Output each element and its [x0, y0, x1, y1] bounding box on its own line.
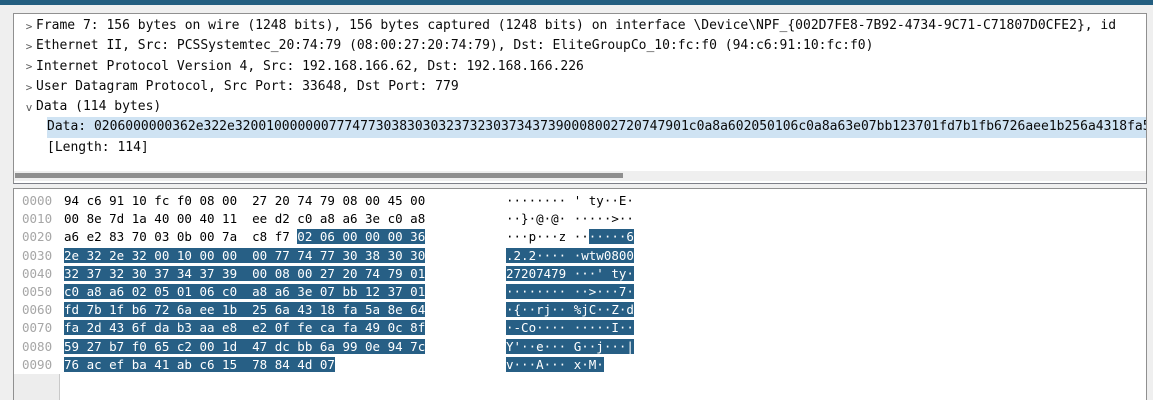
detail-row-label: Data (114 bytes) [36, 97, 1146, 117]
hex-row[interactable]: 0030 2e 32 2e 32 00 10 00 00 00 77 74 77 … [14, 247, 1146, 265]
detail-row-label: Ethernet II, Src: PCSSystemtec_20:74:79 … [36, 36, 1146, 56]
chevron-collapsed-icon[interactable]: > [22, 60, 36, 73]
hex-row-offset: 0030 [22, 247, 52, 265]
hex-bytes-selected: 02 06 00 00 00 36 [297, 229, 425, 244]
hex-row-bytes[interactable]: 94 c6 91 10 fc f0 08 00 27 20 74 79 08 0… [64, 192, 425, 210]
hex-row-offset: 0060 [22, 301, 52, 319]
detail-row-label: Internet Protocol Version 4, Src: 192.16… [36, 57, 1146, 77]
hex-row-ascii[interactable]: ··}·@·@· ·····>·· [506, 210, 634, 228]
hex-rows: 0000 94 c6 91 10 fc f0 08 00 27 20 74 79 … [14, 192, 1146, 400]
hex-bytes-plain: 00 8e 7d 1a 40 00 40 11 ee d2 c0 a8 a6 3… [64, 211, 425, 226]
hex-row-bytes[interactable]: c0 a8 a6 02 05 01 06 c0 a8 a6 3e 07 bb 1… [64, 283, 425, 301]
hex-row-bytes[interactable]: fd 7b 1f b6 72 6a ee 1b 25 6a 43 18 fa 5… [64, 301, 425, 319]
packet-detail-pane: >Frame 7: 156 bytes on wire (1248 bits),… [13, 13, 1147, 184]
detail-row[interactable]: vData (114 bytes) [14, 97, 1146, 117]
hex-bytes-selected: fa 2d 43 6f da b3 aa e8 e2 0f fe ca fa 4… [64, 320, 425, 335]
packet-bytes-pane: 0000 94 c6 91 10 fc f0 08 00 27 20 74 79 … [13, 188, 1147, 400]
hex-row-offset: 0010 [22, 210, 52, 228]
hex-row-ascii[interactable]: ········ ··>···7· [506, 283, 634, 301]
hex-bytes-selected: 59 27 b7 f0 65 c2 00 1d 47 dc bb 6a 99 0… [64, 339, 425, 354]
ascii-selected: ·{··rj·· %jC··Z·d [506, 302, 634, 317]
hex-row-ascii[interactable]: v···A··· x·M· [506, 356, 604, 374]
detail-row[interactable]: >Frame 7: 156 bytes on wire (1248 bits),… [14, 16, 1146, 36]
hex-row[interactable]: 0020 a6 e2 83 70 03 0b 00 7a c8 f7 02 06 … [14, 228, 1146, 246]
hex-row-ascii[interactable]: ········ ' ty··E· [506, 192, 634, 210]
ascii-selected: ········ ··>···7· [506, 284, 634, 299]
hex-row-ascii[interactable]: Y'··e··· G··j···| [506, 338, 634, 356]
detail-rows: >Frame 7: 156 bytes on wire (1248 bits),… [14, 16, 1146, 158]
detail-row-label: User Datagram Protocol, Src Port: 33648,… [36, 77, 1146, 97]
ascii-selected: 27207479 ···' ty· [506, 266, 634, 281]
hex-row-offset: 0090 [22, 356, 52, 374]
ascii-plain: ··}·@·@· ·····>·· [506, 211, 634, 226]
detail-horizontal-scrollbar-thumb[interactable] [15, 173, 623, 178]
ascii-selected: ·····6 [589, 229, 634, 244]
ascii-plain: ···p···z ·· [506, 229, 589, 244]
hex-row-bytes[interactable]: a6 e2 83 70 03 0b 00 7a c8 f7 02 06 00 0… [64, 228, 425, 246]
hex-row[interactable]: 0090 76 ac ef ba 41 ab c6 15 78 84 4d 07 v… [14, 356, 1146, 374]
ascii-selected: ·-Co···· ·····I·· [506, 320, 634, 335]
ascii-selected: .2.2···· ·wtw0800 [506, 248, 634, 263]
detail-row-label: Data: 0206000000362e322e3200100000007774… [47, 117, 1146, 137]
hex-row[interactable]: 0010 00 8e 7d 1a 40 00 40 11 ee d2 c0 a8 … [14, 210, 1146, 228]
hex-row-offset: 0050 [22, 283, 52, 301]
hex-row-offset: 0070 [22, 319, 52, 337]
hex-bytes-plain: a6 e2 83 70 03 0b 00 7a c8 f7 [64, 229, 297, 244]
detail-row[interactable]: >Ethernet II, Src: PCSSystemtec_20:74:79… [14, 36, 1146, 56]
hex-row-bytes[interactable]: 00 8e 7d 1a 40 00 40 11 ee d2 c0 a8 a6 3… [64, 210, 425, 228]
hex-row[interactable]: 0000 94 c6 91 10 fc f0 08 00 27 20 74 79 … [14, 192, 1146, 210]
hex-row[interactable]: 0070 fa 2d 43 6f da b3 aa e8 e2 0f fe ca … [14, 319, 1146, 337]
detail-row[interactable]: Data: 0206000000362e322e3200100000007774… [14, 117, 1146, 137]
hex-row-offset: 0000 [22, 192, 52, 210]
hex-row-ascii[interactable]: ·{··rj·· %jC··Z·d [506, 301, 634, 319]
hex-bytes-selected: 2e 32 2e 32 00 10 00 00 00 77 74 77 30 3… [64, 248, 425, 263]
chevron-collapsed-icon[interactable]: > [22, 81, 36, 94]
detail-row-label: Frame 7: 156 bytes on wire (1248 bits), … [36, 16, 1146, 36]
bytes-pane-corner [14, 374, 60, 400]
hex-row-ascii[interactable]: 27207479 ···' ty· [506, 265, 634, 283]
packet-list-cropped-row [0, 0, 1153, 5]
hex-bytes-selected: c0 a8 a6 02 05 01 06 c0 a8 a6 3e 07 bb 1… [64, 284, 425, 299]
hex-row-offset: 0080 [22, 338, 52, 356]
ascii-selected: Y'··e··· G··j···| [506, 339, 634, 354]
hex-row-ascii[interactable]: ·-Co···· ·····I·· [506, 319, 634, 337]
chevron-collapsed-icon[interactable]: > [22, 40, 36, 53]
ascii-plain: ········ ' ty··E· [506, 193, 634, 208]
hex-row-bytes[interactable]: 2e 32 2e 32 00 10 00 00 00 77 74 77 30 3… [64, 247, 425, 265]
hex-row-ascii[interactable]: .2.2···· ·wtw0800 [506, 247, 634, 265]
hex-bytes-plain: 94 c6 91 10 fc f0 08 00 27 20 74 79 08 0… [64, 193, 425, 208]
hex-row[interactable]: 0040 32 37 32 30 37 34 37 39 00 08 00 27 … [14, 265, 1146, 283]
detail-horizontal-scrollbar[interactable] [14, 171, 1146, 181]
hex-bytes-selected: fd 7b 1f b6 72 6a ee 1b 25 6a 43 18 fa 5… [64, 302, 425, 317]
hex-row-offset: 0040 [22, 265, 52, 283]
detail-row[interactable]: >Internet Protocol Version 4, Src: 192.1… [14, 57, 1146, 77]
detail-row[interactable]: [Length: 114] [14, 138, 1146, 158]
detail-row[interactable]: >User Datagram Protocol, Src Port: 33648… [14, 77, 1146, 97]
hex-row-ascii[interactable]: ···p···z ·······6 [506, 228, 634, 246]
hex-bytes-selected: 76 ac ef ba 41 ab c6 15 78 84 4d 07 [64, 357, 335, 372]
hex-row[interactable]: 0080 59 27 b7 f0 65 c2 00 1d 47 dc bb 6a … [14, 338, 1146, 356]
hex-row-bytes[interactable]: 76 ac ef ba 41 ab c6 15 78 84 4d 07 [64, 356, 335, 374]
hex-row-offset: 0020 [22, 228, 52, 246]
chevron-expanded-icon[interactable]: v [22, 101, 36, 114]
detail-row-label: [Length: 114] [47, 138, 1146, 158]
chevron-collapsed-icon[interactable]: > [22, 20, 36, 33]
hex-row[interactable]: 0060 fd 7b 1f b6 72 6a ee 1b 25 6a 43 18 … [14, 301, 1146, 319]
hex-bytes-selected: 32 37 32 30 37 34 37 39 00 08 00 27 20 7… [64, 266, 425, 281]
hex-row-bytes[interactable]: 59 27 b7 f0 65 c2 00 1d 47 dc bb 6a 99 0… [64, 338, 425, 356]
hex-row-bytes[interactable]: fa 2d 43 6f da b3 aa e8 e2 0f fe ca fa 4… [64, 319, 425, 337]
ascii-selected: v···A··· x·M· [506, 357, 604, 372]
hex-row[interactable]: 0050 c0 a8 a6 02 05 01 06 c0 a8 a6 3e 07 … [14, 283, 1146, 301]
hex-row-bytes[interactable]: 32 37 32 30 37 34 37 39 00 08 00 27 20 7… [64, 265, 425, 283]
